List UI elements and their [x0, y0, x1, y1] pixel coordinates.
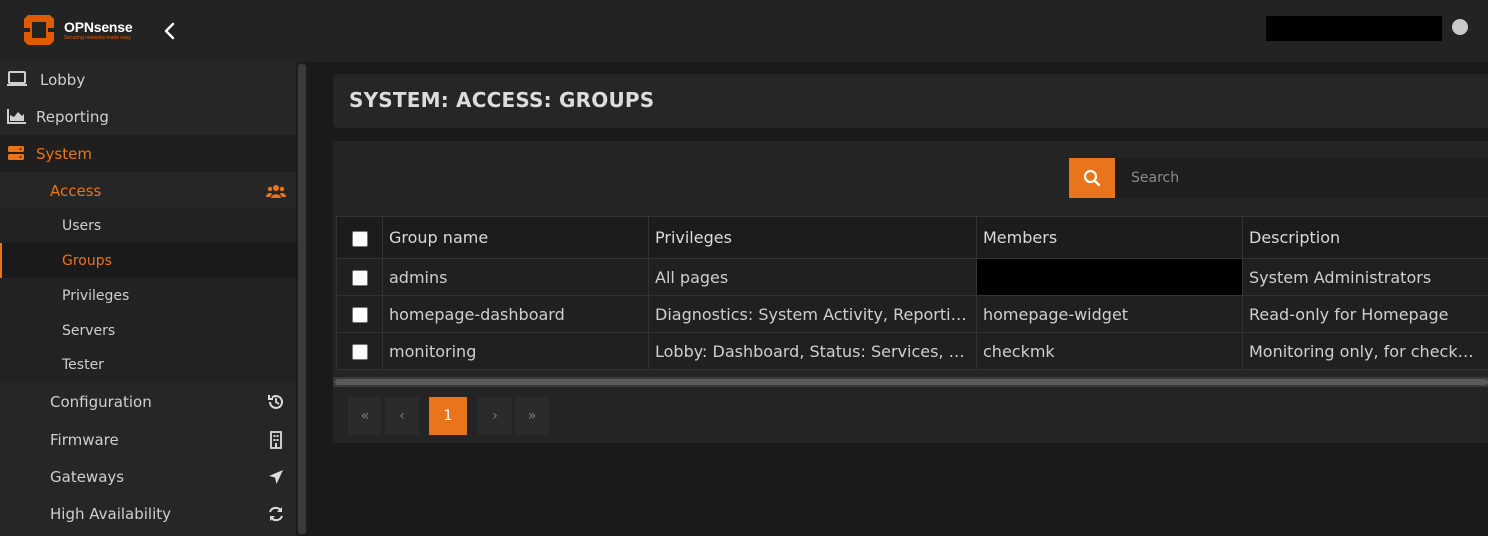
sidebar-item-label: Users: [62, 217, 102, 234]
opnsense-logo-mark: [24, 15, 54, 45]
sidebar-item-label: Groups: [62, 252, 112, 269]
table-header-row: Group name Privileges Members Descriptio…: [336, 216, 1488, 259]
brand-tagline: Securing networks made easy: [64, 34, 131, 41]
sidebar-item-access[interactable]: Access: [0, 172, 296, 209]
sidebar-item-high-availability[interactable]: High Availability: [0, 495, 296, 532]
row-select-cell: [336, 295, 383, 333]
sidebar-item-gateways[interactable]: Gateways: [0, 458, 296, 495]
sidebar-item-label: Tester: [62, 356, 104, 373]
row-checkbox[interactable]: [351, 270, 368, 286]
location-arrow-icon: [269, 470, 283, 484]
building-icon: [270, 431, 282, 449]
select-all-checkbox[interactable]: [351, 230, 368, 247]
sidebar-item-configuration[interactable]: Configuration: [0, 383, 296, 420]
search-icon: [1083, 169, 1101, 187]
opnsense-logo[interactable]: OPNsense Securing networks made easy: [20, 11, 133, 49]
sidebar-scrollbar-thumb[interactable]: [298, 64, 306, 534]
description-cell: Read-only for Homepage: [1242, 295, 1488, 333]
row-select-cell: [336, 332, 383, 370]
members-cell: checkmk: [976, 332, 1243, 370]
group-name-cell: monitoring: [382, 332, 649, 370]
sidebar-item-firmware[interactable]: Firmware: [0, 421, 296, 458]
pagination-next[interactable]: ›: [478, 397, 512, 435]
search-button[interactable]: [1069, 158, 1115, 198]
pagination-page-1[interactable]: 1: [429, 397, 467, 435]
users-icon: [266, 185, 286, 198]
page-header: SYSTEM: ACCESS: GROUPS: [333, 74, 1488, 128]
sidebar-item-label: Privileges: [62, 287, 130, 304]
privileges-cell: Lobby: Dashboard, Status: Services, Sys…: [648, 332, 977, 370]
status-indicator[interactable]: [1452, 19, 1468, 35]
history-icon: [268, 394, 283, 409]
column-header-description[interactable]: Description: [1242, 216, 1488, 259]
group-name-cell: homepage-dashboard: [382, 295, 649, 333]
privileges-cell: All pages: [648, 258, 977, 296]
sidebar-item-tester[interactable]: Tester: [0, 347, 296, 382]
column-header-members[interactable]: Members: [976, 216, 1243, 259]
sidebar-item-label: Firmware: [50, 430, 119, 449]
table-row[interactable]: monitoring Lobby: Dashboard, Status: Ser…: [336, 332, 1488, 370]
members-cell: [976, 258, 1243, 296]
description-cell: System Administrators: [1242, 258, 1488, 296]
select-all-cell: [336, 216, 383, 259]
sidebar-item-label: Configuration: [50, 392, 152, 411]
column-header-privileges[interactable]: Privileges: [648, 216, 977, 259]
sidebar-item-label: System: [36, 144, 92, 163]
brand-name: OPNsense: [64, 18, 133, 35]
sidebar-item-reporting[interactable]: Reporting: [0, 98, 296, 135]
description-cell: Monitoring only, for checkmk a…: [1242, 332, 1488, 370]
chevron-left-icon[interactable]: [160, 20, 180, 42]
members-cell: homepage-widget: [976, 295, 1243, 333]
table-row[interactable]: admins All pages System Administrators: [336, 258, 1488, 296]
group-name-cell: admins: [382, 258, 649, 296]
sidebar-item-users[interactable]: Users: [0, 208, 296, 243]
sidebar-item-system[interactable]: System: [0, 135, 296, 172]
table-row[interactable]: homepage-dashboard Diagnostics: System A…: [336, 295, 1488, 333]
sidebar-item-servers[interactable]: Servers: [0, 313, 296, 348]
sidebar-item-label: High Availability: [50, 504, 172, 523]
column-header-group-name[interactable]: Group name: [382, 216, 649, 259]
sidebar-item-privileges[interactable]: Privileges: [0, 278, 296, 313]
sidebar-item-label: Access: [50, 181, 102, 200]
pagination-prev[interactable]: ‹: [385, 397, 419, 435]
sidebar-item-groups[interactable]: Groups: [0, 243, 298, 278]
sidebar-item-label: Reporting: [36, 107, 109, 126]
row-select-cell: [336, 258, 383, 296]
pagination-first[interactable]: «: [348, 397, 382, 435]
table-scrollbar-thumb[interactable]: [335, 379, 1488, 385]
laptop-icon: [7, 71, 27, 86]
user-menu[interactable]: [1266, 16, 1442, 41]
row-checkbox[interactable]: [351, 307, 368, 323]
sidebar-item-label: Lobby: [40, 70, 86, 89]
row-checkbox[interactable]: [351, 344, 368, 360]
sidebar-item-label: Gateways: [50, 467, 125, 486]
sidebar-item-lobby[interactable]: Lobby: [0, 61, 296, 98]
refresh-icon: [269, 506, 283, 522]
top-navbar: [0, 0, 1488, 62]
groups-table: Group name Privileges Members Descriptio…: [336, 216, 1488, 370]
area-chart-icon: [7, 109, 26, 124]
server-icon: [8, 146, 24, 160]
sidebar-item-label: Servers: [62, 322, 116, 339]
privileges-cell: Diagnostics: System Activity, Reporting:…: [648, 295, 977, 333]
pagination-last[interactable]: »: [515, 397, 549, 435]
page-title: SYSTEM: ACCESS: GROUPS: [349, 88, 655, 112]
search-input[interactable]: [1115, 158, 1488, 198]
